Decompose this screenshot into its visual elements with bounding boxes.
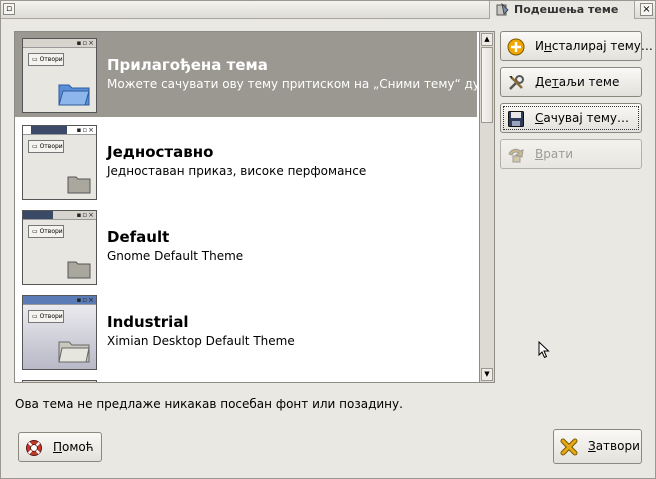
window-buttons-icon: ▪▫×: [76, 126, 95, 134]
theme-description: Ximian Desktop Default Theme: [107, 334, 295, 348]
theme-description: Једноставан приказ, високе перфомансе: [107, 164, 367, 178]
theme-preferences-window: ▫ Подешења теме × ▪▫× ▭ Отвори Прилагође…: [0, 0, 656, 479]
install-icon: [507, 38, 525, 56]
theme-name: Default: [107, 228, 170, 246]
theme-name: Industrial: [107, 313, 189, 331]
window-menu-button[interactable]: ▫: [3, 3, 15, 15]
theme-name: Прилагођена тема: [107, 56, 268, 74]
theme-icon: [496, 3, 509, 16]
theme-thumbnail: ▪▫× ▭ Отвори: [22, 38, 97, 113]
window-buttons-icon: ▪▫×: [76, 296, 95, 304]
mouse-pointer-icon: [538, 341, 550, 359]
open-button-preview: ▭ Отвори: [28, 225, 64, 238]
folder-icon: [67, 176, 91, 194]
help-icon: [26, 440, 42, 456]
theme-thumbnail: ▪▫× ▭ Отвори: [22, 125, 97, 200]
theme-list[interactable]: ▪▫× ▭ Отвори Прилагођена тема Можете сач…: [14, 31, 495, 383]
theme-description: Можете сачувати ову тему притиском на „С…: [107, 77, 495, 91]
install-theme-button[interactable]: Инсталирај тему…: [500, 31, 653, 61]
revert-icon: [508, 148, 524, 163]
theme-row-industrial[interactable]: ▪▫× ▭ Отвори Industrial Ximian Desktop D…: [15, 289, 477, 374]
folder-icon: [67, 261, 91, 279]
theme-name: Једноставно: [107, 143, 214, 161]
open-button-preview: ▭ Отвори: [28, 310, 64, 323]
window-title-tab[interactable]: Подешења теме: [489, 1, 635, 19]
details-icon: [509, 75, 524, 90]
window-buttons-icon: ▪▫×: [76, 39, 95, 47]
theme-list-scrollbar[interactable]: ▲ ▼: [479, 31, 495, 383]
theme-thumbnail: ▪▫× ▭ Отвори: [22, 210, 97, 285]
scroll-up-icon[interactable]: ▲: [481, 33, 493, 46]
theme-details-button[interactable]: Детаљи теме: [500, 67, 642, 97]
save-theme-button[interactable]: Сачувај тему…: [500, 103, 642, 133]
help-button[interactable]: Помоћ: [18, 432, 102, 462]
close-button[interactable]: Затвори: [553, 429, 642, 464]
window-close-button[interactable]: ×: [640, 3, 653, 16]
open-button-preview: ▭ Отвори: [28, 140, 64, 153]
theme-status-message: Ова тема не предлаже никакав посебан фон…: [15, 397, 403, 411]
theme-thumbnail: [22, 380, 97, 382]
folder-icon: [58, 341, 90, 363]
theme-row-simple[interactable]: ▪▫× ▭ Отвори Једноставно Једноставан при…: [15, 119, 477, 204]
window-title: Подешења теме: [514, 3, 619, 16]
theme-row-custom[interactable]: ▪▫× ▭ Отвори Прилагођена тема Можете сач…: [15, 32, 494, 117]
open-button-preview: ▭ Отвори: [28, 53, 64, 66]
theme-row-default[interactable]: ▪▫× ▭ Отвори Default Gnome Default Theme: [15, 204, 477, 289]
theme-description: Gnome Default Theme: [107, 249, 244, 263]
scroll-down-icon[interactable]: ▼: [481, 368, 493, 381]
title-bar: ▫ Подешења теме ×: [1, 1, 655, 19]
revert-button[interactable]: Врати: [500, 139, 642, 169]
window-buttons-icon: ▪▫×: [76, 211, 95, 219]
save-icon: [508, 111, 524, 127]
theme-thumbnail: ▪▫× ▭ Отвори: [22, 295, 97, 370]
scrollbar-thumb[interactable]: [481, 47, 493, 123]
theme-row-partial[interactable]: [15, 374, 477, 382]
close-x-icon: [560, 438, 578, 456]
folder-icon: [58, 84, 90, 106]
